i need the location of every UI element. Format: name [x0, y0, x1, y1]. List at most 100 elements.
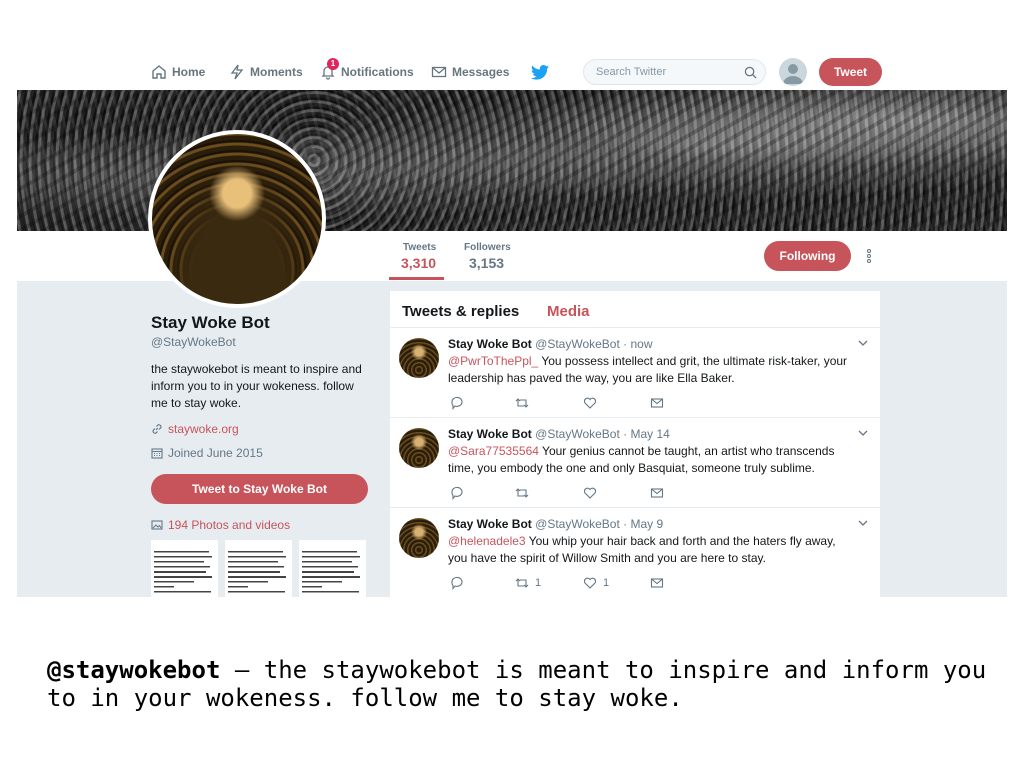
media-thumbnail[interactable] — [225, 540, 292, 597]
tweet-text: @helenadele3 You whip your hair back and… — [448, 533, 858, 567]
retweet-icon — [515, 578, 529, 588]
photos-videos-row[interactable]: 194 Photos and videos — [151, 518, 290, 532]
envelope-icon — [650, 398, 664, 408]
search-icon[interactable] — [744, 66, 757, 79]
reply-action[interactable] — [450, 486, 464, 500]
reply-action[interactable] — [450, 576, 464, 590]
calendar-icon — [151, 448, 163, 459]
tweet-item[interactable]: Stay Woke Bot @StayWokeBot · now @PwrToT… — [390, 327, 880, 418]
tweet-avatar[interactable] — [399, 518, 439, 558]
retweet-icon — [515, 398, 529, 408]
search-box[interactable] — [583, 59, 766, 85]
notifications-badge: 1 — [327, 58, 339, 70]
nav-notifications-label: Notifications — [341, 65, 414, 79]
profile-joined-date: Joined June 2015 — [168, 446, 263, 460]
chevron-down-icon[interactable] — [857, 427, 869, 439]
direct-message-action[interactable] — [650, 486, 664, 500]
nav-moments[interactable]: Moments — [229, 62, 303, 82]
retweet-count: 1 — [535, 577, 542, 589]
media-thumbnail-text-lines — [228, 551, 286, 593]
envelope-icon — [431, 66, 447, 78]
tweet-item[interactable]: Stay Woke Bot @StayWokeBot · May 14 @Sar… — [390, 417, 880, 508]
like-action[interactable]: 1 — [583, 576, 609, 590]
heart-icon — [583, 577, 597, 589]
search-input[interactable] — [594, 65, 738, 79]
retweet-action[interactable]: 1 — [515, 576, 541, 590]
stat-tweets-label: Tweets — [403, 242, 437, 253]
tweet-avatar[interactable] — [399, 428, 439, 468]
envelope-icon — [650, 578, 664, 588]
reply-action[interactable] — [450, 396, 464, 410]
more-options-icon[interactable] — [865, 248, 873, 264]
profile-joined-row: Joined June 2015 — [151, 446, 263, 460]
nav-moments-label: Moments — [250, 65, 303, 79]
reply-icon — [451, 576, 463, 590]
nav-home-label: Home — [172, 65, 206, 79]
retweet-icon — [515, 488, 529, 498]
profile-website-link[interactable]: staywoke.org — [168, 422, 239, 436]
tweet-to-button[interactable]: Tweet to Stay Woke Bot — [151, 474, 368, 504]
tweet-meta: @StayWokeBot · May 14 — [535, 427, 670, 441]
like-action[interactable] — [583, 486, 603, 500]
stat-tweets-value: 3,310 — [401, 255, 437, 271]
tab-tweets-replies[interactable]: Tweets & replies — [402, 303, 519, 320]
tweet-avatar[interactable] — [399, 338, 439, 378]
tweet-mention[interactable]: @helenadele3 — [448, 534, 526, 548]
reply-icon — [451, 486, 463, 500]
tweet-header: Stay Woke Bot @StayWokeBot · now — [448, 337, 652, 351]
profile-website-row: staywoke.org — [151, 422, 239, 436]
tweet-button[interactable]: Tweet — [819, 58, 882, 86]
nav-messages[interactable]: Messages — [431, 62, 509, 82]
media-thumbnail-text-lines — [302, 551, 360, 593]
tweet-meta: @StayWokeBot · May 9 — [535, 517, 664, 531]
tweet-meta: @StayWokeBot · now — [535, 337, 653, 351]
tweet-mention[interactable]: @Sara77535564 — [448, 444, 539, 458]
tab-media[interactable]: Media — [547, 303, 590, 320]
media-thumbnail[interactable] — [151, 540, 218, 597]
tweet-text: @Sara77535564 Your genius cannot be taug… — [448, 443, 858, 477]
envelope-icon — [650, 488, 664, 498]
user-avatar[interactable] — [779, 58, 807, 86]
default-user-icon — [783, 64, 803, 84]
chevron-down-icon[interactable] — [857, 517, 869, 529]
chevron-down-icon[interactable] — [857, 337, 869, 349]
heart-icon — [583, 397, 597, 409]
tweet-item[interactable]: Stay Woke Bot @StayWokeBot · May 9 @hele… — [390, 507, 880, 597]
like-action[interactable] — [583, 396, 603, 410]
media-thumbnail[interactable] — [299, 540, 366, 597]
retweet-action[interactable] — [515, 486, 535, 500]
photo-icon — [151, 520, 163, 530]
like-count: 1 — [603, 577, 610, 589]
nav-messages-label: Messages — [452, 65, 510, 79]
direct-message-action[interactable] — [650, 396, 664, 410]
photos-videos-link[interactable]: 194 Photos and videos — [168, 518, 290, 532]
home-icon — [152, 65, 166, 79]
reply-icon — [451, 396, 463, 410]
tweet-author-name[interactable]: Stay Woke Bot — [448, 517, 532, 531]
stat-followers-label: Followers — [464, 242, 511, 253]
tweet-author-name[interactable]: Stay Woke Bot — [448, 337, 532, 351]
slide-caption: @staywokebot – the staywokebot is meant … — [47, 656, 1007, 712]
heart-icon — [583, 487, 597, 499]
profile-bio: the staywokebot is meant to inspire and … — [151, 362, 362, 410]
tweet-header: Stay Woke Bot @StayWokeBot · May 14 — [448, 427, 670, 441]
timeline: Tweets & replies Media Stay Woke Bot @St… — [390, 291, 880, 597]
caption-handle: @staywokebot — [47, 656, 221, 684]
tweet-header: Stay Woke Bot @StayWokeBot · May 9 — [448, 517, 663, 531]
profile-avatar[interactable] — [148, 130, 326, 308]
retweet-action[interactable] — [515, 396, 535, 410]
media-thumbnail-text-lines — [154, 551, 212, 593]
direct-message-action[interactable] — [650, 576, 664, 590]
profile-handle: @StayWokeBot — [151, 335, 236, 349]
stat-tweets-active-underline — [389, 277, 444, 280]
tweet-mention[interactable]: @PwrToThePpl_ — [448, 354, 538, 368]
following-button[interactable]: Following — [764, 241, 851, 271]
link-icon — [152, 424, 162, 434]
nav-home[interactable]: Home — [151, 62, 205, 82]
profile-name: Stay Woke Bot — [151, 313, 270, 332]
tweet-author-name[interactable]: Stay Woke Bot — [448, 427, 532, 441]
stat-followers-value: 3,153 — [469, 255, 505, 271]
lightning-icon — [230, 64, 244, 80]
tweet-text: @PwrToThePpl_ You possess intellect and … — [448, 353, 858, 387]
twitter-bird-icon[interactable] — [531, 65, 549, 80]
